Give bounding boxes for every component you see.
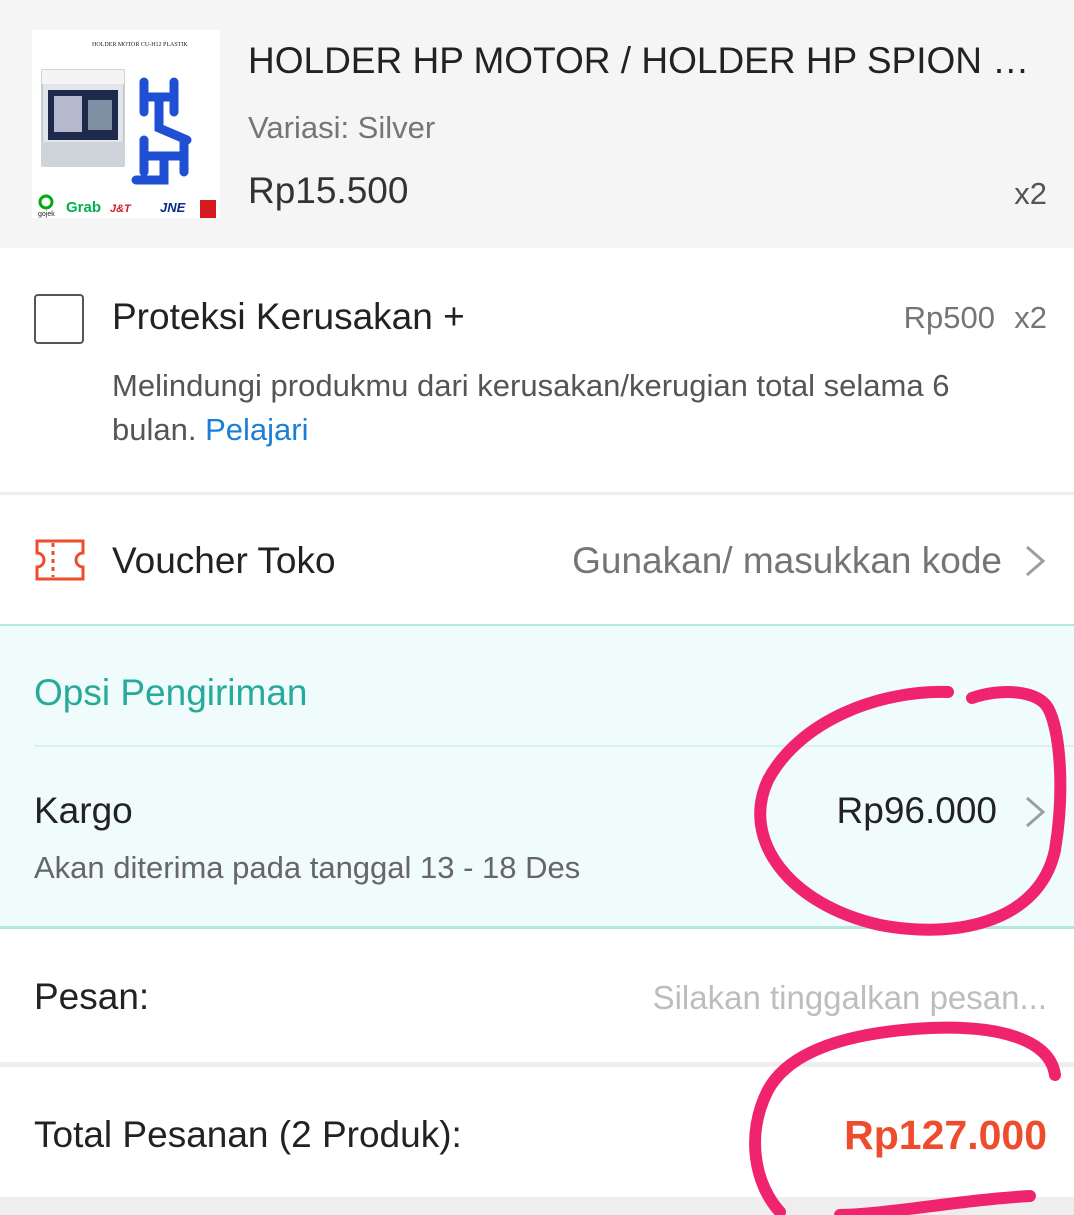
divider <box>0 1197 1074 1215</box>
protection-quantity: x2 <box>1014 300 1047 335</box>
protection-price: Rp500 <box>903 300 995 335</box>
product-quantity: x2 <box>1014 176 1047 211</box>
product-name[interactable]: HOLDER HP MOTOR / HOLDER HP SPION M... <box>248 40 1048 82</box>
shipping-method[interactable]: Kargo <box>34 790 133 832</box>
message-label: Pesan: <box>34 976 150 1017</box>
chevron-right-icon[interactable] <box>1024 796 1046 828</box>
product-variant: Variasi: Silver <box>248 110 436 145</box>
shipping-options-title: Opsi Pengiriman <box>34 672 308 713</box>
divider <box>0 492 1074 495</box>
ticket-icon <box>34 538 86 582</box>
product-thumbnail[interactable]: HOLDER MOTOR CU-H12 PLASTIK gojek Grab J… <box>32 30 220 218</box>
jnt-logo: J&T <box>110 203 132 215</box>
chevron-right-icon[interactable] <box>1024 545 1046 577</box>
jne-logo: JNE <box>160 200 186 215</box>
order-total-label: Total Pesanan (2 Produk): <box>34 1114 462 1155</box>
product-image-caption: HOLDER MOTOR CU-H12 PLASTIK <box>92 42 188 48</box>
shipping-eta: Akan diterima pada tanggal 13 - 18 Des <box>34 850 581 885</box>
learn-more-link[interactable]: Pelajari <box>205 412 308 447</box>
product-price: Rp15.500 <box>248 170 409 211</box>
grab-logo: Grab <box>66 199 101 216</box>
order-total-value: Rp127.000 <box>844 1112 1047 1158</box>
shipping-price[interactable]: Rp96.000 <box>837 790 997 832</box>
gojek-logo: gojek <box>38 211 55 218</box>
voucher-code-hint[interactable]: Gunakan/ masukkan kode <box>572 540 1002 582</box>
message-input[interactable] <box>527 976 1047 1020</box>
protection-checkbox[interactable] <box>34 294 84 344</box>
protection-title: Proteksi Kerusakan + <box>112 296 465 337</box>
protection-description: Melindungi produkmu dari kerusakan/kerug… <box>112 364 1042 452</box>
divider <box>0 1062 1074 1067</box>
voucher-label[interactable]: Voucher Toko <box>112 540 336 582</box>
divider <box>34 745 1074 747</box>
